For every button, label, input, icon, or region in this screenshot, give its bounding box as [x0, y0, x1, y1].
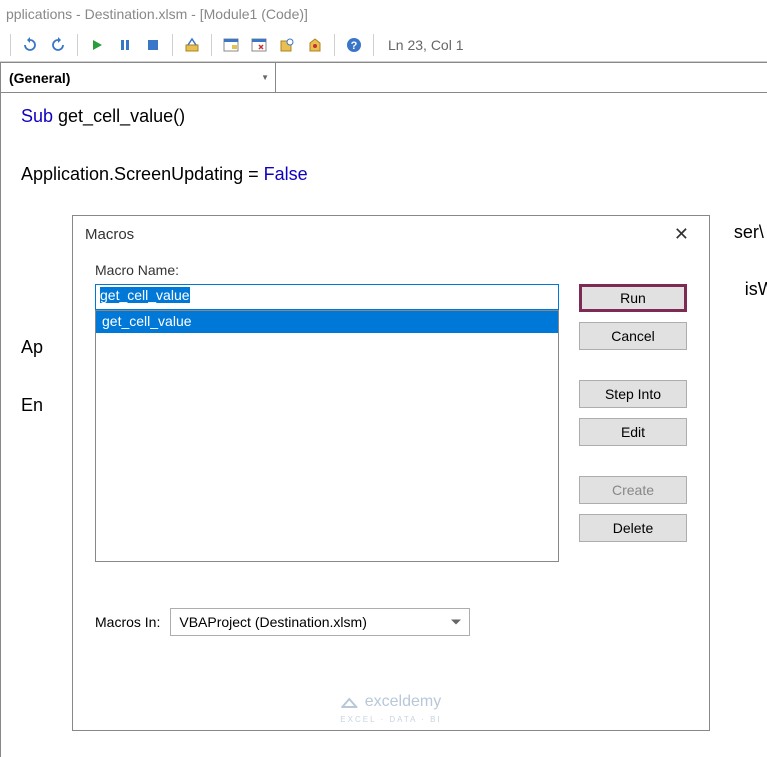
svg-text:?: ?	[351, 40, 358, 52]
separator	[211, 34, 212, 56]
code-dropdown-bar: (General)	[1, 63, 767, 93]
list-item[interactable]: get_cell_value	[96, 311, 558, 333]
pause-icon[interactable]	[112, 32, 138, 58]
help-icon[interactable]: ?	[341, 32, 367, 58]
separator	[334, 34, 335, 56]
watermark: exceldemy EXCEL · DATA · BI	[340, 693, 441, 724]
cursor-position: Ln 23, Col 1	[388, 37, 464, 53]
separator	[172, 34, 173, 56]
watermark-icon	[341, 695, 359, 709]
macro-name-input[interactable]: get_cell_value	[95, 284, 559, 310]
macros-dialog: Macros ✕ Macro Name: get_cell_value get_…	[72, 215, 710, 731]
close-icon[interactable]: ✕	[666, 220, 697, 249]
properties-icon[interactable]	[246, 32, 272, 58]
delete-button[interactable]: Delete	[579, 514, 687, 542]
separator	[10, 34, 11, 56]
toolbox-icon[interactable]	[302, 32, 328, 58]
edit-button[interactable]: Edit	[579, 418, 687, 446]
redo-icon[interactable]	[45, 32, 71, 58]
title-bar: pplications - Destination.xlsm - [Module…	[0, 0, 767, 28]
create-button: Create	[579, 476, 687, 504]
toolbar: ? Ln 23, Col 1	[0, 28, 767, 62]
design-mode-icon[interactable]	[179, 32, 205, 58]
macros-in-label: Macros In:	[95, 614, 160, 630]
macro-listbox[interactable]: get_cell_value	[95, 310, 559, 562]
macro-name-label: Macro Name:	[95, 262, 687, 278]
project-explorer-icon[interactable]	[218, 32, 244, 58]
run-button[interactable]: Run	[579, 284, 687, 312]
separator	[77, 34, 78, 56]
run-icon[interactable]	[84, 32, 110, 58]
object-browser-icon[interactable]	[274, 32, 300, 58]
separator	[373, 34, 374, 56]
window-title: pplications - Destination.xlsm - [Module…	[6, 6, 308, 22]
stop-icon[interactable]	[140, 32, 166, 58]
step-into-button[interactable]: Step Into	[579, 380, 687, 408]
dialog-titlebar: Macros ✕	[73, 216, 709, 252]
macros-in-combo[interactable]: VBAProject (Destination.xlsm)	[170, 608, 470, 636]
cancel-button[interactable]: Cancel	[579, 322, 687, 350]
dialog-title: Macros	[85, 226, 134, 243]
object-dropdown[interactable]: (General)	[1, 63, 276, 92]
undo-icon[interactable]	[17, 32, 43, 58]
